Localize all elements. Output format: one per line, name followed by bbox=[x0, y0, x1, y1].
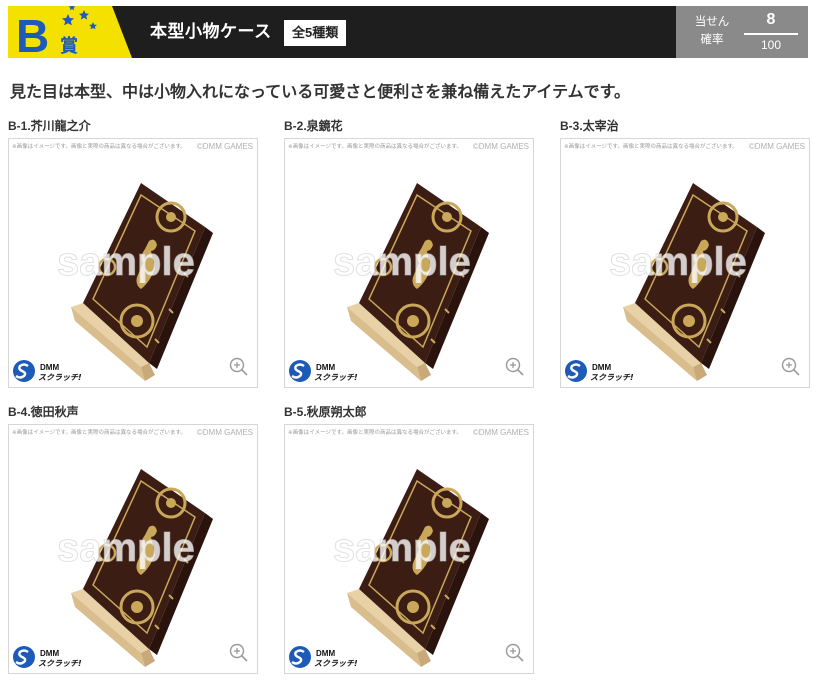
fraction-line bbox=[744, 33, 798, 35]
win-rate-label: 当せん 確率 bbox=[690, 13, 734, 49]
variant-count-tag: 全5種類 bbox=[284, 20, 347, 46]
item-label: B-4.徳田秋声 bbox=[8, 405, 79, 419]
brand-logo-top: DMM bbox=[40, 649, 59, 658]
prize-description: 見た目は本型、中は小物入れになっている可愛さと便利さを兼ね備えたアイテムです。 bbox=[10, 84, 631, 101]
item-image-frame[interactable]: ※画像はイメージです。画像と実際の商品は異なる場合がございます。 ©DMM GA… bbox=[8, 138, 258, 388]
sample-watermark-text: sample bbox=[333, 526, 471, 569]
image-copyright: ©DMM GAMES bbox=[196, 142, 253, 151]
sample-watermark: sample bbox=[57, 526, 195, 570]
brand-logo-bottom: スクラッチ! bbox=[590, 373, 634, 382]
win-rate-label-line2: 確率 bbox=[700, 34, 724, 46]
item-label: B-3.太宰治 bbox=[560, 119, 619, 133]
brand-logo-top: DMM bbox=[592, 363, 611, 372]
image-copyright: ©DMM GAMES bbox=[472, 428, 529, 437]
prize-title: 本型小物ケース bbox=[150, 22, 272, 41]
item-image-frame[interactable]: ※画像はイメージです。画像と実際の商品は異なる場合がございます。 ©DMM GA… bbox=[284, 138, 534, 388]
dmm-scratch-logo: DMM スクラッチ! bbox=[13, 360, 82, 382]
prize-header: B 賞 本型小物ケース 全5種類 当せん 確率 8 100 bbox=[8, 6, 808, 58]
image-copyright: ©DMM GAMES bbox=[748, 142, 805, 151]
item-card-1: B-1.芥川龍之介 ※画像はイメージです。画像と実際の商品は異なる場合がございま… bbox=[8, 118, 258, 388]
item-label: B-5.秋原朔太郎 bbox=[284, 405, 367, 419]
dmm-scratch-logo: DMM スクラッチ! bbox=[13, 646, 82, 668]
sample-watermark: sample bbox=[609, 240, 747, 284]
brand-logo-top: DMM bbox=[40, 363, 59, 372]
item-label: B-1.芥川龍之介 bbox=[8, 119, 91, 133]
win-rate-label-line1: 当せん bbox=[694, 16, 730, 28]
zoom-icon[interactable] bbox=[781, 357, 801, 377]
win-rate-denominator: 100 bbox=[760, 38, 782, 52]
zoom-icon[interactable] bbox=[505, 357, 525, 377]
image-disclaimer: ※画像はイメージです。画像と実際の商品は異なる場合がございます。 bbox=[12, 144, 186, 150]
badge-kanji: 賞 bbox=[60, 35, 78, 57]
item-image-frame[interactable]: ※画像はイメージです。画像と実際の商品は異なる場合がございます。 ©DMM GA… bbox=[560, 138, 810, 388]
dmm-scratch-logo: DMM スクラッチ! bbox=[565, 360, 634, 382]
image-disclaimer: ※画像はイメージです。画像と実際の商品は異なる場合がございます。 bbox=[564, 144, 738, 150]
image-disclaimer: ※画像はイメージです。画像と実際の商品は異なる場合がございます。 bbox=[288, 144, 462, 150]
zoom-icon[interactable] bbox=[229, 357, 249, 377]
item-image-frame[interactable]: ※画像はイメージです。画像と実際の商品は異なる場合がございます。 ©DMM GA… bbox=[8, 424, 258, 674]
brand-logo-bottom: スクラッチ! bbox=[314, 373, 358, 382]
sample-watermark-text: sample bbox=[57, 240, 195, 283]
item-card-3: B-3.太宰治 ※画像はイメージです。画像と実際の商品は異なる場合がございます。… bbox=[560, 118, 810, 388]
dmm-scratch-logo: DMM スクラッチ! bbox=[289, 360, 358, 382]
item-image-frame[interactable]: ※画像はイメージです。画像と実際の商品は異なる場合がございます。 ©DMM GA… bbox=[284, 424, 534, 674]
image-disclaimer: ※画像はイメージです。画像と実際の商品は異なる場合がございます。 bbox=[12, 430, 186, 436]
image-copyright: ©DMM GAMES bbox=[472, 142, 529, 151]
sample-watermark: sample bbox=[333, 526, 471, 570]
item-card-5: B-5.秋原朔太郎 ※画像はイメージです。画像と実際の商品は異なる場合がございま… bbox=[284, 404, 534, 674]
prize-rank-badge: B 賞 bbox=[8, 6, 132, 58]
badge-letter: B bbox=[16, 10, 49, 58]
dmm-scratch-logo: DMM スクラッチ! bbox=[289, 646, 358, 668]
item-card-2: B-2.泉鏡花 ※画像はイメージです。画像と実際の商品は異なる場合がございます。… bbox=[284, 118, 534, 388]
brand-logo-bottom: スクラッチ! bbox=[314, 659, 358, 668]
sample-watermark: sample bbox=[57, 240, 195, 284]
brand-logo-bottom: スクラッチ! bbox=[38, 659, 82, 668]
image-disclaimer: ※画像はイメージです。画像と実際の商品は異なる場合がございます。 bbox=[288, 430, 462, 436]
zoom-icon[interactable] bbox=[505, 643, 525, 663]
sample-watermark-text: sample bbox=[57, 526, 195, 569]
win-rate-numerator: 8 bbox=[766, 11, 776, 28]
item-label: B-2.泉鏡花 bbox=[284, 119, 343, 133]
brand-logo-top: DMM bbox=[316, 649, 335, 658]
item-card-4: B-4.徳田秋声 ※画像はイメージです。画像と実際の商品は異なる場合がございます… bbox=[8, 404, 258, 674]
sample-watermark: sample bbox=[333, 240, 471, 284]
brand-logo-bottom: スクラッチ! bbox=[38, 373, 82, 382]
sample-watermark-text: sample bbox=[609, 240, 747, 283]
zoom-icon[interactable] bbox=[229, 643, 249, 663]
brand-logo-top: DMM bbox=[316, 363, 335, 372]
sample-watermark-text: sample bbox=[333, 240, 471, 283]
win-rate-box: 当せん 確率 8 100 bbox=[676, 6, 808, 58]
image-copyright: ©DMM GAMES bbox=[196, 428, 253, 437]
